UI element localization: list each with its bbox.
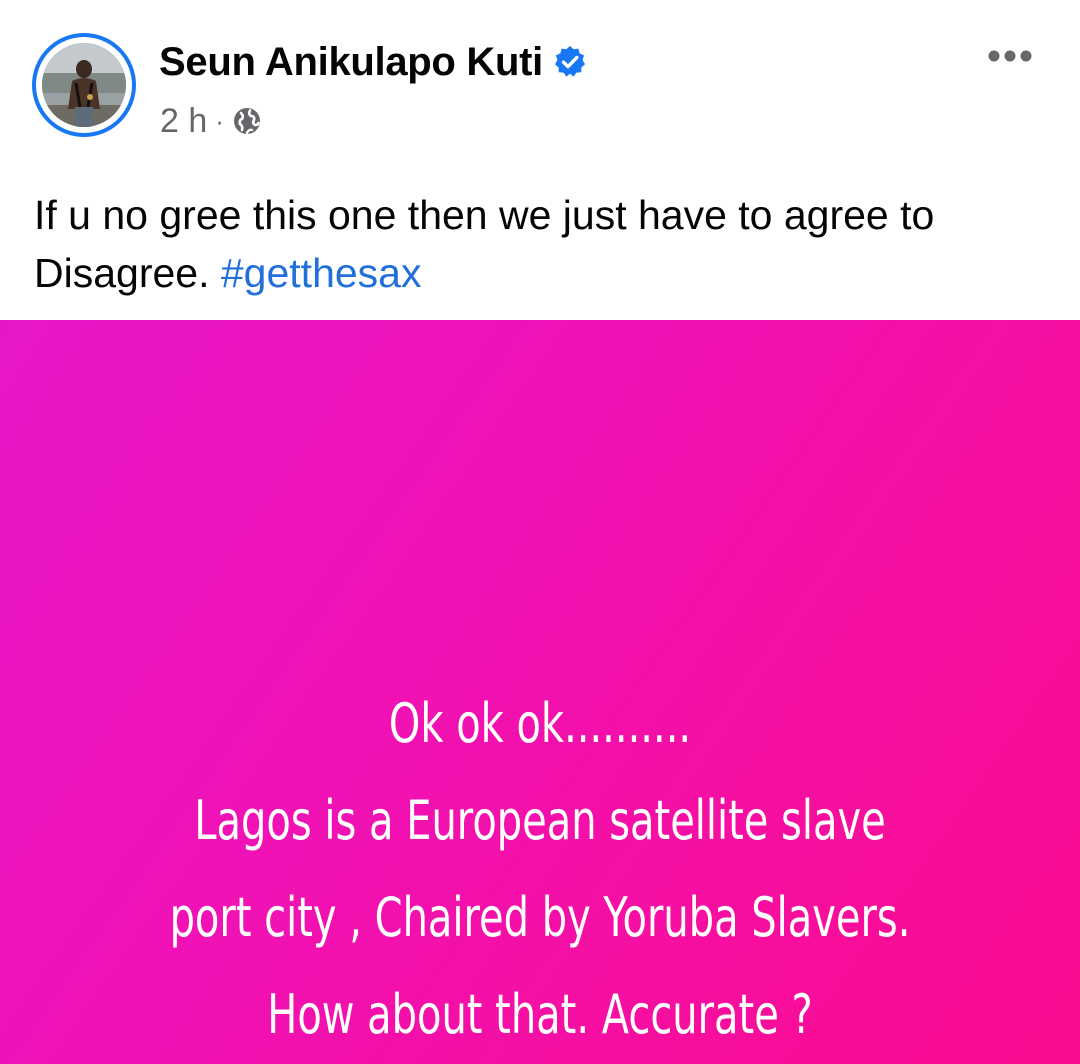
post-meta: 2 h · <box>160 100 262 142</box>
post-header: Seun Anikulapo Kuti 2 h · <box>0 0 1080 160</box>
text-post-body: Ok ok ok.......... Lagos is a European s… <box>140 675 939 1063</box>
post-caption: If u no gree this one then we just have … <box>34 186 1054 302</box>
text-post-background[interactable]: Ok ok ok.......... Lagos is a European s… <box>0 320 1080 1064</box>
globe-icon[interactable] <box>232 106 262 136</box>
text-post-line: How about that. Accurate ? <box>267 983 813 1046</box>
text-post-line: Ok ok ok.......... <box>388 692 692 755</box>
hashtag-link[interactable]: #getthesax <box>221 250 422 296</box>
avatar[interactable] <box>42 43 126 127</box>
caption-text: If u no gree this one then we just have … <box>34 192 935 296</box>
text-post-line: port city , Chaired by Yoruba Slavers. <box>169 886 911 949</box>
avatar-story-ring[interactable] <box>32 33 136 137</box>
facebook-post: Seun Anikulapo Kuti 2 h · If u no gree t… <box>0 0 1080 1064</box>
author-name[interactable]: Seun Anikulapo Kuti <box>159 40 543 85</box>
meta-separator: · <box>215 105 224 136</box>
text-post-line: Lagos is a European satellite slave <box>194 789 886 852</box>
more-options-icon <box>988 50 1032 62</box>
verified-badge-icon <box>553 45 587 79</box>
more-options-button[interactable] <box>982 36 1038 76</box>
avatar-photo <box>42 43 126 127</box>
author-row: Seun Anikulapo Kuti <box>159 36 587 88</box>
post-timestamp[interactable]: 2 h <box>160 102 207 141</box>
